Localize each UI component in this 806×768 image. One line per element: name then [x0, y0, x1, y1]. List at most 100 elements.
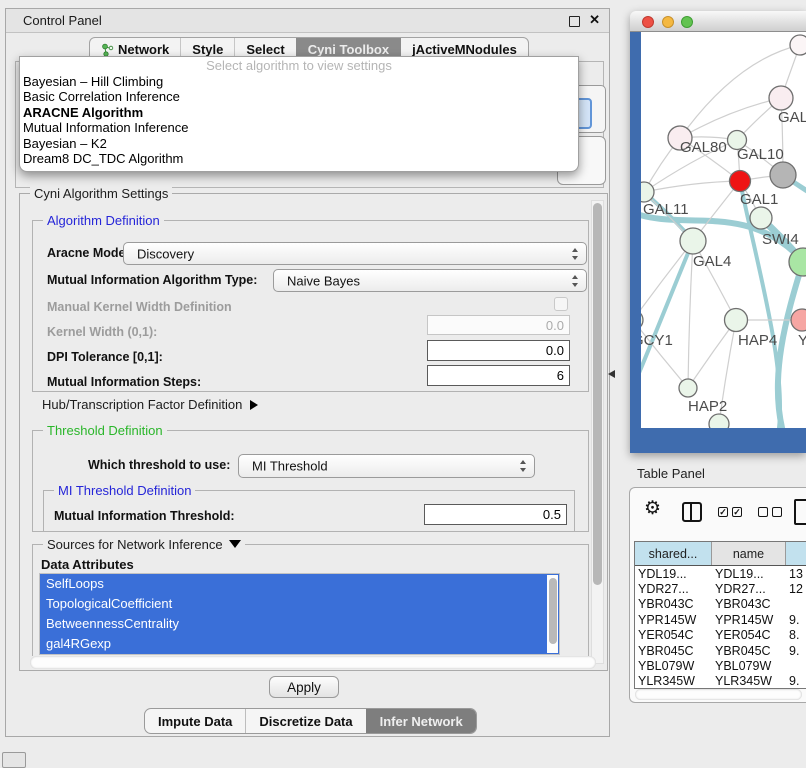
tab-label: Select — [246, 42, 284, 57]
attribute-item-gal4rgexp[interactable]: gal4RGexp — [40, 634, 559, 654]
manual-kernel-checkbox[interactable] — [554, 297, 568, 311]
network-node-gcy1[interactable] — [641, 310, 643, 330]
tab-impute-data[interactable]: Impute Data — [145, 709, 245, 733]
menu-item-bayesian-k2[interactable]: Bayesian – K2 — [20, 136, 578, 151]
mi-type-combobox[interactable]: Naive Bayes — [273, 269, 587, 292]
cyni-algorithm-settings-group: Cyni Algorithm Settings Algorithm Defini… — [19, 193, 608, 671]
table-row-ybl079w[interactable]: YBL079WYBL079W — [635, 658, 806, 673]
mi-steps-label: Mutual Information Steps: — [47, 375, 201, 389]
minimize-traffic-light[interactable] — [662, 16, 674, 28]
network-node-hap4[interactable] — [725, 309, 748, 332]
mi-steps-field[interactable] — [427, 365, 570, 386]
which-threshold-combobox[interactable]: MI Threshold — [238, 454, 535, 478]
data-attributes-label: Data Attributes — [41, 557, 134, 572]
table-row-ydl19[interactable]: YDL19...YDL19...13 — [635, 566, 806, 581]
network-node-gal4[interactable] — [680, 228, 706, 254]
network-edge[interactable] — [641, 241, 693, 392]
mi-threshold-definition-title: MI Threshold Definition — [54, 483, 195, 498]
attribute-item-selfloops[interactable]: SelfLoops — [40, 574, 559, 594]
table-panel-title: Table Panel — [637, 466, 705, 481]
page-icon[interactable] — [794, 499, 806, 525]
network-window-titlebar[interactable] — [630, 11, 806, 32]
menu-item-aracne-algorithm[interactable]: ARACNE Algorithm — [20, 105, 578, 120]
deselect-all-icon[interactable] — [758, 507, 782, 517]
column-header-shared[interactable]: shared... — [635, 542, 712, 565]
table-panel-window: ⚙ ✓✓ shared...name YDL19...YDL19...13YDR… — [629, 487, 806, 703]
algorithm-dropdown-menu: Select algorithm to view settings Bayesi… — [19, 56, 579, 172]
data-attributes-list[interactable]: SelfLoopsTopologicalCoefficientBetweenne… — [39, 573, 560, 655]
column-header-name[interactable]: name — [712, 542, 786, 565]
list-scrollbar-thumb[interactable] — [549, 578, 557, 644]
menu-item-dream8-dc-tdc-algorithm[interactable]: Dream8 DC_TDC Algorithm — [20, 151, 578, 166]
mi-threshold-field[interactable] — [424, 504, 567, 525]
node-table-header: shared...name — [635, 542, 806, 566]
close-window-icon[interactable]: ✕ — [589, 12, 600, 28]
apply-button[interactable]: Apply — [269, 676, 339, 698]
network-node-y[interactable] — [791, 309, 806, 331]
zoom-traffic-light[interactable] — [681, 16, 693, 28]
table-row-ydr27[interactable]: YDR27...YDR27...12 — [635, 581, 806, 596]
table-row-yer054c[interactable]: YER054CYER054C8. — [635, 628, 806, 643]
aracne-mode-value: Discovery — [137, 246, 194, 261]
control-panel-title: Control Panel — [23, 13, 102, 28]
column-header-partial[interactable] — [786, 542, 806, 565]
node-label-gal10: GAL10 — [737, 146, 784, 163]
select-all-icon[interactable]: ✓✓ — [718, 507, 742, 517]
node-label-gal1: GAL1 — [740, 191, 778, 208]
settings-vertical-scrollbar[interactable] — [591, 200, 604, 664]
dpi-tolerance-field[interactable] — [427, 340, 570, 361]
kernel-width-field[interactable] — [427, 315, 570, 335]
network-node-unlabeled[interactable] — [790, 35, 806, 55]
mi-type-label: Mutual Information Algorithm Type: — [47, 273, 257, 287]
aracne-mode-label: Aracne Mode: — [47, 246, 130, 260]
menu-item-bayesian-hill-climbing[interactable]: Bayesian – Hill Climbing — [20, 74, 578, 89]
network-node-gal1[interactable] — [730, 171, 751, 192]
tab-label: Style — [192, 42, 223, 57]
settings-group-title: Cyni Algorithm Settings — [30, 186, 172, 201]
gear-icon[interactable]: ⚙ — [644, 497, 661, 520]
table-row-ybr045c[interactable]: YBR045CYBR045C9. — [635, 643, 806, 658]
table-row-ylr345w[interactable]: YLR345WYLR345W9. — [635, 674, 806, 689]
network-node-unlabeled[interactable] — [709, 414, 729, 428]
tab-label: Cyni Toolbox — [308, 42, 389, 57]
settings-horizontal-scrollbar[interactable] — [30, 656, 596, 669]
control-panel-titlebar[interactable]: Control Panel ✕ — [6, 9, 609, 33]
mi-type-value: Naive Bayes — [287, 273, 360, 288]
aracne-mode-combobox[interactable]: Discovery — [123, 242, 587, 265]
node-label-hap4: HAP4 — [738, 332, 777, 349]
close-traffic-light[interactable] — [642, 16, 654, 28]
algorithm-menu-prompt: Select algorithm to view settings — [20, 58, 578, 74]
unchecked-box-icon — [772, 507, 782, 517]
network-canvas[interactable]: GALGAL80GAL10GAL1SWI4GAL11GAL4GCY1HAP4YH… — [641, 32, 806, 428]
hub-definition-row[interactable]: Hub/Transcription Factor Definition — [42, 397, 258, 412]
table-horizontal-scrollbar[interactable] — [635, 689, 802, 700]
table-row-ypr145w[interactable]: YPR145WYPR145W9. — [635, 612, 806, 627]
network-node-gal[interactable] — [769, 86, 793, 110]
desktop: { "colors": { "selection_blue": "#3a6fd8… — [0, 0, 806, 762]
split-columns-icon[interactable] — [682, 502, 702, 522]
tab-discretize-data[interactable]: Discretize Data — [245, 709, 365, 733]
network-node-unlabeled[interactable] — [770, 162, 796, 188]
settings-scrollbar-thumb[interactable] — [593, 203, 602, 585]
table-row-ybr043c[interactable]: YBR043CYBR043C — [635, 597, 806, 612]
network-edge[interactable] — [688, 320, 736, 388]
tab-infer-network[interactable]: Infer Network — [366, 709, 476, 733]
stepper-arrows-icon — [572, 275, 579, 287]
table-cell: YDR27... — [635, 582, 712, 596]
network-node-hap2[interactable] — [679, 379, 697, 397]
menu-item-basic-correlation-inference[interactable]: Basic Correlation Inference — [20, 89, 578, 104]
list-vertical-scrollbar[interactable] — [547, 575, 558, 653]
table-cell: YBR045C — [635, 644, 712, 658]
algorithm-menu-items: Bayesian – Hill ClimbingBasic Correlatio… — [20, 74, 578, 166]
expand-right-icon[interactable] — [250, 400, 258, 410]
attribute-item-betweennesscentrality[interactable]: BetweennessCentrality — [40, 614, 559, 634]
network-icon — [101, 43, 114, 57]
menu-item-mutual-information-inference[interactable]: Mutual Information Inference — [20, 120, 578, 135]
attribute-item-topologicalcoefficient[interactable]: TopologicalCoefficient — [40, 594, 559, 614]
collapse-down-icon[interactable] — [229, 540, 241, 548]
float-window-icon[interactable] — [569, 16, 580, 27]
threshold-definition-title: Threshold Definition — [43, 423, 167, 438]
minimized-panel-button[interactable] — [2, 752, 26, 768]
sources-title-row[interactable]: Sources for Network Inference — [43, 537, 245, 552]
network-node-swi4[interactable] — [750, 207, 772, 229]
